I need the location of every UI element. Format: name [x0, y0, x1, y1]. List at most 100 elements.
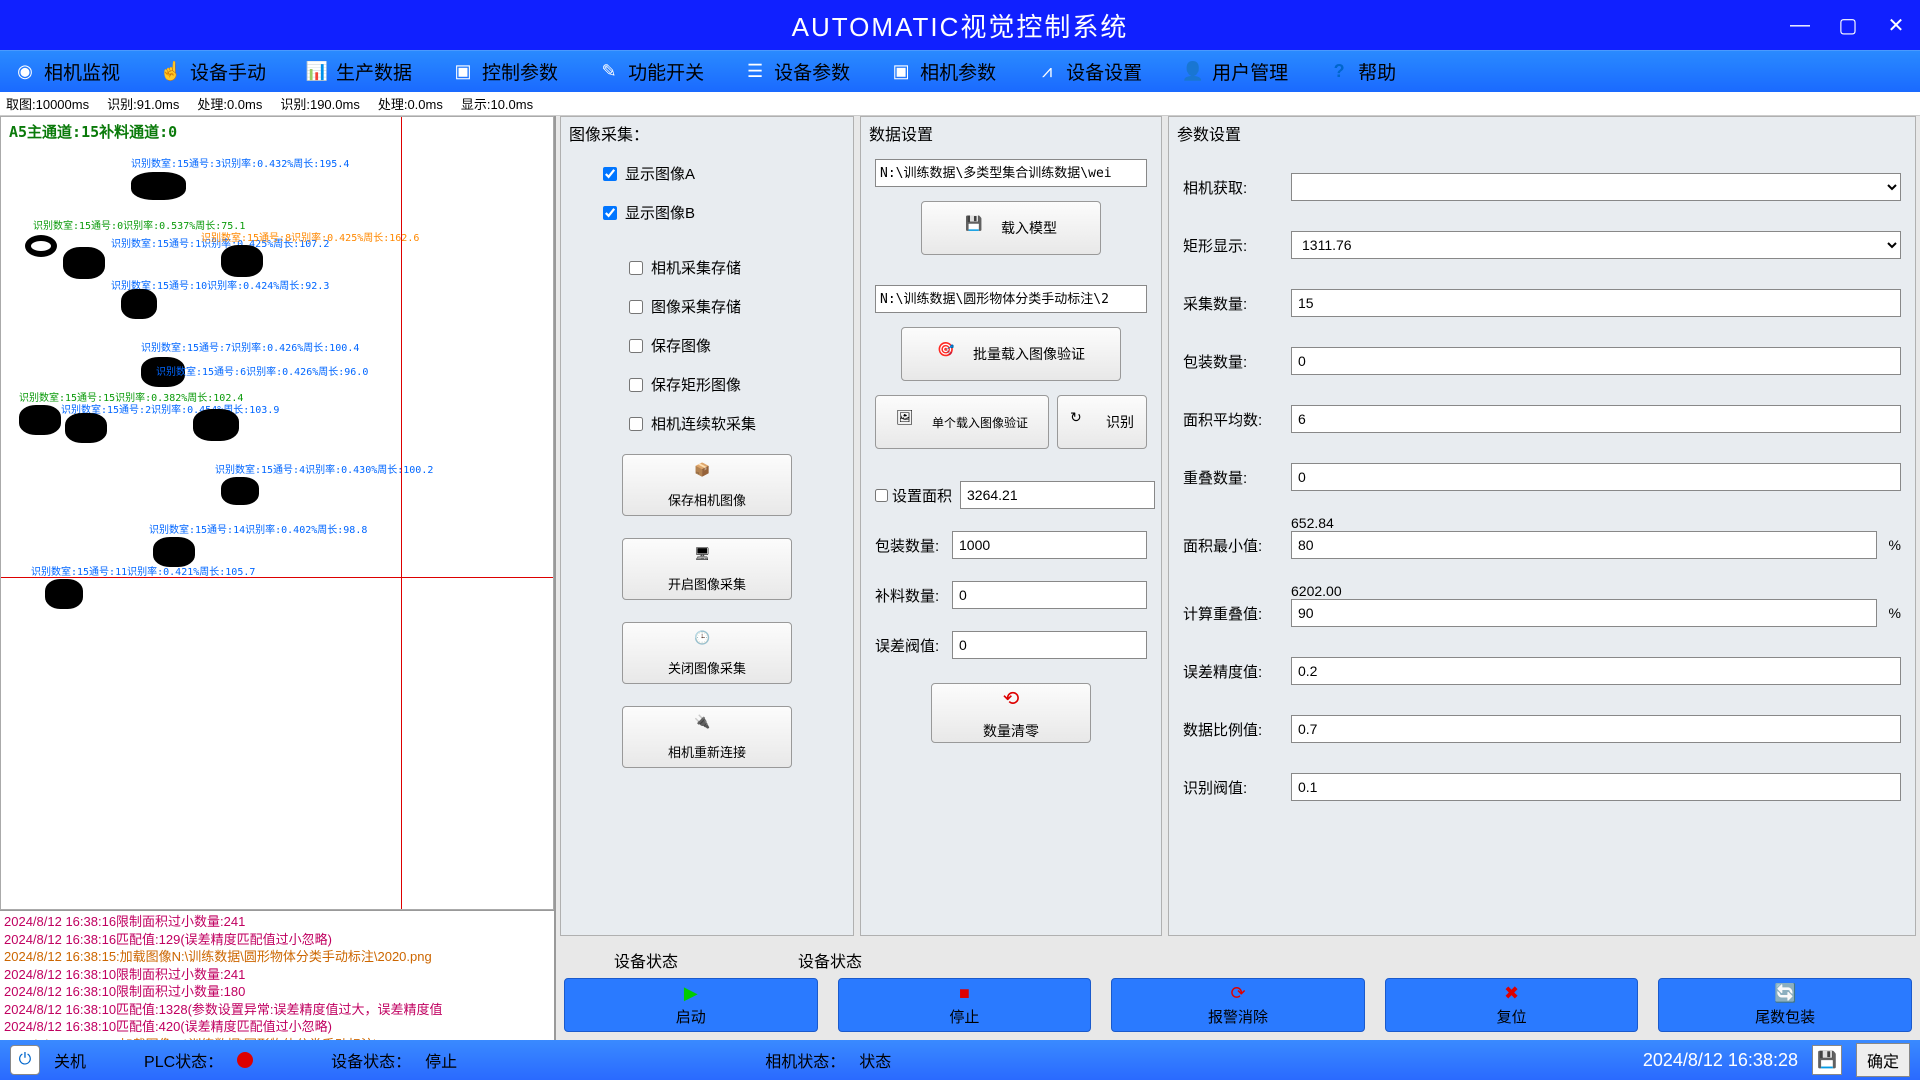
- menu-help[interactable]: ?帮助: [1322, 54, 1402, 89]
- status-proc1: 处理:0.0ms: [197, 94, 262, 113]
- log-line: 2024/8/12 16:38:16匹配值:129(误差精度匹配值过小忽略): [4, 931, 550, 949]
- input-area-avg[interactable]: [1291, 405, 1901, 433]
- menu-device-settings[interactable]: ⩘设备设置: [1030, 54, 1148, 89]
- camera-view[interactable]: A5主通道:15补料通道:0 识别数室:15通号:3识别率:0.432%周长:1…: [0, 116, 554, 910]
- target-icon: 🎯: [937, 341, 963, 367]
- disk-icon: 💾: [1817, 1050, 1837, 1070]
- right-panels: 图像采集： 显示图像A 显示图像B 相机采集存储 图像采集存储 保存图像 保存矩…: [556, 116, 1920, 940]
- detection-blob: [63, 247, 105, 279]
- menu-camera-monitor[interactable]: ◉相机监视: [8, 54, 126, 89]
- btn-alarm-clear[interactable]: ⟳报警消除: [1111, 978, 1365, 1032]
- btn-tail-pack[interactable]: 🔄尾数包装: [1658, 978, 1912, 1032]
- input-pack-qty[interactable]: [952, 531, 1147, 559]
- data-settings-panel: 数据设置 N:\训练数据\多类型集合训练数据\wei 💾载入模型 N:\训练数据…: [860, 116, 1162, 936]
- status-capture: 取图:10000ms: [6, 94, 89, 113]
- menu-control-params[interactable]: ▣控制参数: [446, 54, 564, 89]
- input-pack-qty2[interactable]: [1291, 347, 1901, 375]
- image-icon: 🖼: [896, 409, 922, 435]
- menu-device-manual[interactable]: ☝设备手动: [154, 54, 272, 89]
- btn-recognize[interactable]: ↻识别: [1057, 395, 1147, 449]
- btn-start-capture[interactable]: 🖥开启图像采集: [622, 538, 792, 600]
- chk-save-rect[interactable]: 保存矩形图像: [575, 370, 839, 399]
- hand-icon: ☝: [160, 61, 182, 83]
- power-button[interactable]: ⏻: [10, 1045, 40, 1075]
- btn-reset[interactable]: ✖复位: [1385, 978, 1639, 1032]
- menu-device-params[interactable]: ☰设备参数: [738, 54, 856, 89]
- input-data-ratio[interactable]: [1291, 715, 1901, 743]
- menu-camera-params[interactable]: ▣相机参数: [884, 54, 1002, 89]
- select-camera[interactable]: [1291, 173, 1901, 201]
- btn-stop-capture[interactable]: 🕒关闭图像采集: [622, 622, 792, 684]
- bottom-controls: 设备状态 设备状态 ▶启动 ■停止 ⟳报警消除 ✖复位 🔄尾数包装: [556, 940, 1920, 1040]
- field-set-area: 设置面积: [875, 481, 1147, 509]
- input-collect-qty[interactable]: [1291, 289, 1901, 317]
- menu-user-mgmt[interactable]: 👤用户管理: [1176, 54, 1294, 89]
- detection-label: 识别数室:15通号:14识别率:0.402%周长:98.8: [149, 521, 367, 536]
- input-err-thresh[interactable]: [952, 631, 1147, 659]
- chk-cont-capture[interactable]: 相机连续软采集: [575, 409, 839, 438]
- plc-status-indicator: [237, 1052, 253, 1068]
- edit-icon: ✎: [598, 61, 620, 83]
- confirm-button[interactable]: 确定: [1856, 1043, 1910, 1077]
- plug-icon: 🔌: [694, 714, 720, 740]
- path-model[interactable]: N:\训练数据\多类型集合训练数据\wei: [875, 159, 1147, 187]
- input-err-prec[interactable]: [1291, 657, 1901, 685]
- cancel-icon: ✖: [1504, 983, 1519, 1004]
- param-settings-panel: 参数设置 相机获取: 矩形显示:1311.76 采集数量: 包装数量: 面积平均…: [1168, 116, 1916, 936]
- btn-single-verify[interactable]: 🖼单个载入图像验证: [875, 395, 1049, 449]
- camera-status-value: 状态: [859, 1048, 891, 1072]
- titlebar: AUTOMATIC视觉控制系统 — ▢ ✕: [0, 0, 1920, 50]
- log-panel[interactable]: 2024/8/12 16:38:16限制面积过小数量:241 2024/8/12…: [0, 910, 554, 1040]
- maximize-button[interactable]: ▢: [1824, 0, 1872, 50]
- menu-function-switch[interactable]: ✎功能开关: [592, 54, 710, 89]
- hint-calc-overlap: 6202.00: [1183, 583, 1901, 599]
- chk-show-a[interactable]: 显示图像A: [575, 159, 839, 188]
- input-calc-overlap[interactable]: [1291, 599, 1877, 627]
- plc-status-label: PLC状态：: [144, 1048, 223, 1072]
- chk-show-b[interactable]: 显示图像B: [575, 198, 839, 227]
- status-disp: 显示:10.0ms: [461, 94, 533, 113]
- input-area-min[interactable]: [1291, 531, 1877, 559]
- btn-batch-verify[interactable]: 🎯批量载入图像验证: [901, 327, 1121, 381]
- chk-img-store[interactable]: 图像采集存储: [575, 292, 839, 321]
- detection-blob: [131, 172, 186, 200]
- chk-save-img[interactable]: 保存图像: [575, 331, 839, 360]
- btn-reconnect[interactable]: 🔌相机重新连接: [622, 706, 792, 768]
- menu-prod-data[interactable]: 📊生产数据: [300, 54, 418, 89]
- input-feed-qty[interactable]: [952, 581, 1147, 609]
- select-rect-disp[interactable]: 1311.76: [1291, 231, 1901, 259]
- shutdown-label: 关机: [54, 1048, 86, 1072]
- detection-blob: [45, 579, 83, 609]
- detection-label: 识别数室:15通号:8识别率:0.425%周长:162.6: [201, 229, 419, 244]
- hint-area-min: 652.84: [1183, 515, 1901, 531]
- panel-title: 数据设置: [861, 117, 1161, 149]
- panel-title: 图像采集：: [561, 117, 853, 149]
- wave-icon: ⩘: [1036, 61, 1058, 83]
- menubar: ◉相机监视 ☝设备手动 📊生产数据 ▣控制参数 ✎功能开关 ☰设备参数 ▣相机参…: [0, 50, 1920, 92]
- btn-save-camera-image[interactable]: 📦保存相机图像: [622, 454, 792, 516]
- camera-panel: A5主通道:15补料通道:0 识别数室:15通号:3识别率:0.432%周长:1…: [0, 116, 556, 1040]
- input-set-area[interactable]: [960, 481, 1155, 509]
- detection-blob: [25, 235, 57, 257]
- input-recog-thresh[interactable]: [1291, 773, 1901, 801]
- save-button[interactable]: 💾: [1812, 1045, 1842, 1075]
- detection-blob: [19, 405, 61, 435]
- btn-start[interactable]: ▶启动: [564, 978, 818, 1032]
- power-icon: ⏻: [19, 1051, 32, 1069]
- status-proc2: 处理:0.0ms: [378, 94, 443, 113]
- btn-reset-count[interactable]: ⟲数量清零: [931, 683, 1091, 743]
- window-controls: — ▢ ✕: [1776, 0, 1920, 50]
- chk-set-area[interactable]: [875, 489, 888, 502]
- close-button[interactable]: ✕: [1872, 0, 1920, 50]
- detection-label: 识别数室:15通号:6识别率:0.426%周长:96.0: [156, 363, 368, 378]
- detection-label: 识别数室:15通号:11识别率:0.421%周长:105.7: [31, 563, 255, 578]
- chk-cam-store[interactable]: 相机采集存储: [575, 253, 839, 282]
- minimize-button[interactable]: —: [1776, 0, 1824, 50]
- detection-blob: [193, 409, 239, 441]
- reset-icon: ⟲: [1003, 686, 1020, 711]
- btn-stop[interactable]: ■停止: [838, 978, 1092, 1032]
- path-images[interactable]: N:\训练数据\圆形物体分类手动标注\2: [875, 285, 1147, 313]
- btn-load-model[interactable]: 💾载入模型: [921, 201, 1101, 255]
- detection-blob: [221, 477, 259, 505]
- input-overlap-qty[interactable]: [1291, 463, 1901, 491]
